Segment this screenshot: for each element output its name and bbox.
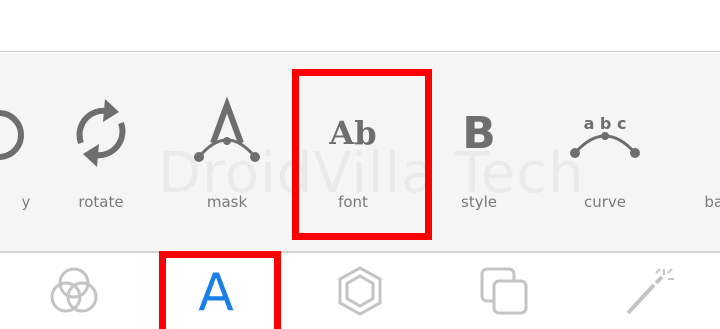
tool-mask[interactable]: mask: [167, 93, 287, 233]
mask-icon: [187, 93, 267, 173]
partial-circle-icon: [0, 93, 39, 173]
letter-a-icon: A: [198, 263, 234, 323]
overlapping-squares-icon: [476, 263, 532, 323]
tool-style[interactable]: B style: [419, 93, 539, 233]
tool-font[interactable]: Ab font: [293, 93, 413, 233]
tool-rotate[interactable]: rotate: [41, 93, 161, 233]
tab-shapes[interactable]: [300, 261, 420, 325]
tab-text[interactable]: A: [156, 261, 276, 325]
tool-label: bacl: [704, 193, 720, 211]
tool-curve[interactable]: a b c curve: [545, 93, 665, 233]
tab-layers[interactable]: [444, 261, 564, 325]
top-canvas-area: [0, 0, 720, 52]
overlapping-circles-icon: [46, 263, 102, 323]
curve-icon: a b c: [565, 93, 645, 173]
tool-label: font: [338, 193, 368, 211]
rotate-icon: [61, 93, 141, 173]
tool-label: style: [461, 193, 497, 211]
svg-text:a b c: a b c: [584, 114, 627, 133]
tool-label: rotate: [78, 193, 124, 211]
font-icon: Ab: [329, 114, 377, 152]
background-icon: [672, 93, 720, 173]
tab-effects[interactable]: [588, 261, 708, 325]
tool-label: curve: [583, 193, 627, 211]
tab-filters[interactable]: [14, 261, 134, 325]
tool-label: y: [21, 193, 31, 211]
hexagon-icon: [332, 263, 388, 323]
tool-background[interactable]: bacl: [652, 93, 720, 233]
magic-wand-icon: [620, 263, 676, 323]
style-icon: B: [462, 107, 496, 159]
bottom-tab-bar: A: [0, 253, 720, 329]
tool-label: mask: [206, 193, 248, 211]
tool-strip: DroidVilla Tech y rotate: [0, 53, 720, 251]
